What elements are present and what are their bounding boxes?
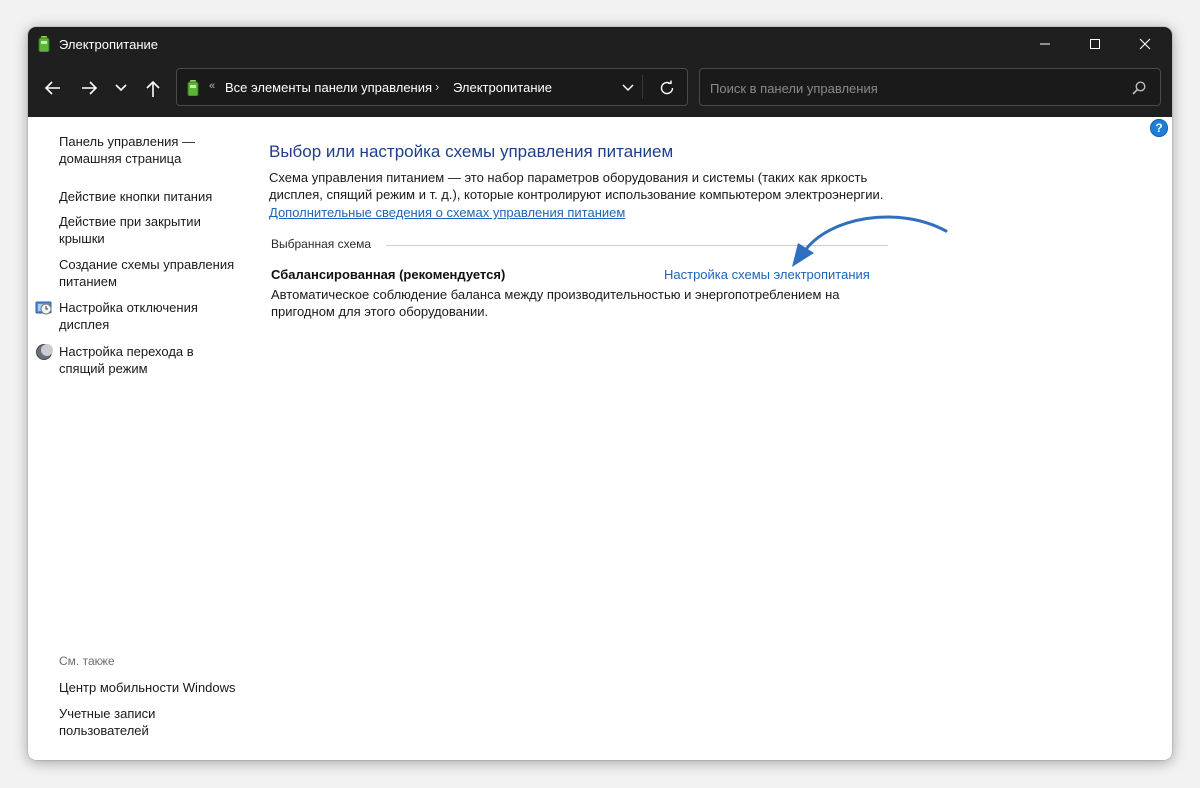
search-icon[interactable] bbox=[1132, 81, 1146, 100]
plan-name: Сбалансированная (рекомендуется) bbox=[271, 267, 506, 282]
window-title: Электропитание bbox=[59, 37, 158, 52]
divider bbox=[642, 75, 643, 99]
power-battery-icon bbox=[187, 80, 199, 101]
close-button[interactable] bbox=[1120, 27, 1170, 61]
see-also-mobility-center[interactable]: Центр мобильности Windows bbox=[59, 679, 239, 696]
plan-description: Автоматическое соблюдение баланса между … bbox=[271, 287, 840, 319]
breadcrumb-power-options[interactable]: Электропитание bbox=[453, 80, 552, 95]
arrow-up-icon bbox=[146, 80, 160, 97]
refresh-icon bbox=[660, 80, 674, 95]
address-bar[interactable]: « Все элементы панели управления › Элект… bbox=[176, 68, 688, 106]
group-divider bbox=[386, 245, 888, 246]
navigation-bar: « Все элементы панели управления › Элект… bbox=[28, 61, 1172, 117]
power-battery-icon bbox=[38, 36, 50, 57]
arrow-left-icon bbox=[44, 81, 60, 95]
search-box[interactable] bbox=[699, 68, 1161, 106]
breadcrumb-separator[interactable]: › bbox=[435, 79, 439, 94]
sidebar-item-control-panel-home[interactable]: Панель управления — домашняя страница bbox=[59, 133, 239, 167]
up-button[interactable] bbox=[141, 75, 167, 101]
address-dropdown-button[interactable] bbox=[621, 81, 635, 99]
sidebar-item-display-off-settings[interactable]: Настройка отключения дисплея bbox=[59, 299, 239, 333]
back-button[interactable] bbox=[40, 75, 66, 101]
sidebar-item-sleep-settings[interactable]: Настройка перехода в спящий режим bbox=[59, 343, 239, 377]
sidebar-item-create-power-plan[interactable]: Создание схемы управления питанием bbox=[59, 256, 239, 290]
sidebar: Панель управления — домашняя страница Де… bbox=[28, 117, 248, 760]
sidebar-item-power-button-action[interactable]: Действие кнопки питания bbox=[59, 188, 239, 205]
breadcrumb-all-control-panel-items[interactable]: Все элементы панели управления bbox=[225, 80, 432, 95]
selected-plan-group-label: Выбранная схема bbox=[271, 237, 372, 251]
minimize-button[interactable] bbox=[1020, 27, 1070, 61]
search-input[interactable] bbox=[708, 77, 1112, 99]
title-bar: Электропитание bbox=[28, 27, 1172, 61]
page-description: Схема управления питанием — это набор па… bbox=[269, 170, 884, 202]
chevron-down-icon bbox=[115, 84, 127, 92]
see-also-user-accounts[interactable]: Учетные записи пользователей bbox=[59, 705, 239, 739]
plan-settings-link[interactable]: Настройка схемы электропитания bbox=[664, 267, 870, 282]
moon-icon bbox=[35, 343, 53, 366]
sidebar-item-lid-close-action[interactable]: Действие при закрытии крышки bbox=[59, 213, 239, 247]
see-also-header: См. также bbox=[59, 654, 115, 668]
breadcrumb-overflow[interactable]: « bbox=[209, 80, 215, 92]
control-panel-window: Электропитание « Все элементы панели упр… bbox=[28, 27, 1172, 760]
display-clock-icon bbox=[35, 299, 53, 322]
refresh-button[interactable] bbox=[659, 80, 675, 101]
power-plans-info-link[interactable]: Дополнительные сведения о схемах управле… bbox=[269, 205, 625, 220]
maximize-button[interactable] bbox=[1070, 27, 1120, 61]
arrow-right-icon bbox=[82, 81, 98, 95]
forward-button[interactable] bbox=[76, 75, 102, 101]
recent-locations-button[interactable] bbox=[110, 75, 136, 101]
chevron-down-icon bbox=[622, 84, 634, 92]
help-icon[interactable]: ? bbox=[1150, 119, 1168, 137]
page-title: Выбор или настройка схемы управления пит… bbox=[269, 142, 674, 161]
